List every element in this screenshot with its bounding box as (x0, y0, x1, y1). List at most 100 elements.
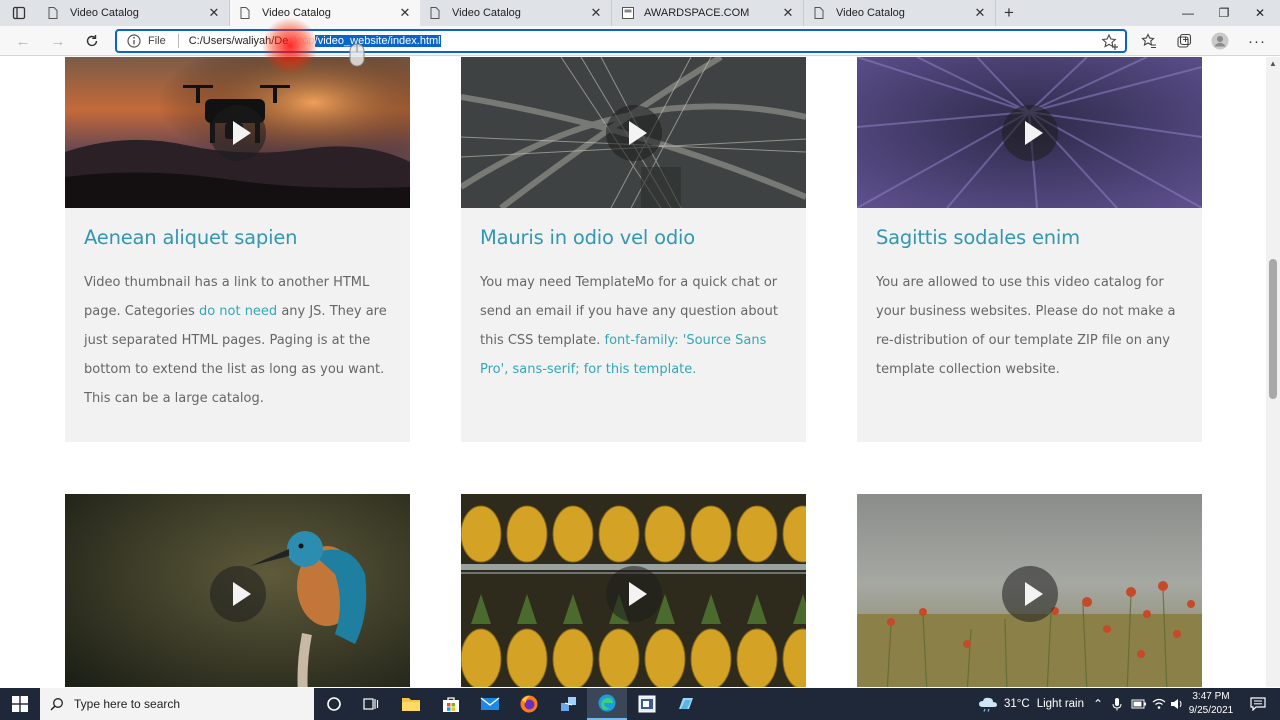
close-tab-icon[interactable]: ✕ (781, 5, 795, 21)
add-favorite-icon[interactable] (1101, 33, 1119, 51)
store-icon (443, 697, 459, 712)
close-tab-icon[interactable]: ✕ (589, 5, 603, 21)
settings-menu-button[interactable]: ··· (1244, 28, 1270, 54)
search-placeholder: Type here to search (74, 697, 181, 711)
windows-logo-icon (12, 696, 28, 712)
start-button[interactable] (0, 688, 40, 720)
back-button[interactable]: ← (10, 28, 36, 54)
video-title[interactable]: Sagittis sodales enim (876, 226, 1183, 249)
video-title[interactable]: Mauris in odio vel odio (480, 226, 787, 249)
play-icon[interactable] (209, 104, 266, 161)
firefox-icon (520, 695, 538, 713)
favorites-button[interactable] (1136, 28, 1162, 54)
hyper-v-button[interactable] (666, 688, 706, 720)
close-tab-icon[interactable]: ✕ (207, 5, 221, 21)
battery-button[interactable] (1131, 688, 1147, 720)
url-selected: /video_website/index.html (314, 35, 441, 47)
plus-icon: + (1004, 3, 1014, 22)
more-options-icon: ··· (1248, 32, 1266, 50)
profile-button[interactable] (1207, 28, 1233, 54)
task-view-icon (363, 698, 379, 710)
tab-actions-icon (12, 6, 26, 20)
browser-toolbar: ← → File C:/Users/waliyah/Desktop/video_… (0, 26, 1280, 56)
play-icon[interactable] (209, 566, 266, 622)
page-viewport: Aenean aliquet sapien Video thumbnail ha… (0, 57, 1266, 687)
firefox-button[interactable] (509, 688, 549, 720)
page-icon (48, 7, 62, 19)
tab-video-catalog-4[interactable]: Video Catalog ✕ (804, 0, 996, 26)
favorites-icon (1141, 33, 1156, 48)
address-divider (177, 34, 179, 48)
tab-title: Video Catalog (70, 7, 139, 19)
video-thumbnail-pineapples[interactable] (461, 494, 806, 687)
speaker-icon (1171, 699, 1182, 709)
page-scrollbar[interactable]: ▲ (1266, 57, 1280, 687)
video-thumbnail-drone-sunset[interactable] (65, 57, 410, 208)
wifi-button[interactable] (1152, 688, 1166, 720)
scrollbar-thumb[interactable] (1269, 259, 1277, 399)
wifi-icon (1152, 698, 1166, 709)
close-tab-icon[interactable]: ✕ (973, 5, 987, 21)
video-title[interactable]: Aenean aliquet sapien (84, 226, 391, 249)
mail-button[interactable] (470, 688, 510, 720)
file-explorer-button[interactable] (391, 688, 431, 720)
weather-widget[interactable]: 31°C Light rain (978, 688, 1084, 720)
show-hidden-icons-button[interactable]: ⌃ (1093, 688, 1103, 720)
microphone-icon (1112, 698, 1122, 711)
video-thumbnail-lavender[interactable] (857, 57, 1202, 208)
tab-video-catalog-2[interactable]: Video Catalog ✕ (230, 0, 420, 26)
description-text: any JS. They are just separated HTML pag… (84, 304, 387, 406)
back-arrow-icon: ← (15, 32, 31, 50)
taskbar-clock[interactable]: 3:47 PM 9/25/2021 (1187, 690, 1235, 718)
video-thumbnail-kingfisher[interactable] (65, 494, 410, 687)
task-view-button[interactable] (351, 688, 391, 720)
card-body: Aenean aliquet sapien Video thumbnail ha… (65, 208, 410, 442)
cortana-icon (327, 697, 341, 711)
play-icon[interactable] (605, 566, 662, 622)
maximize-button[interactable]: ❐ (1206, 0, 1242, 26)
folder-icon (402, 698, 420, 711)
video-description: You are allowed to use this video catalo… (876, 275, 1176, 377)
collections-icon (1177, 33, 1192, 48)
new-tab-button[interactable]: + (996, 0, 1022, 26)
forward-button[interactable]: → (45, 28, 71, 54)
volume-button[interactable] (1170, 688, 1184, 720)
scheme-label: File (148, 35, 166, 47)
tab-title: Video Catalog (836, 7, 905, 19)
tab-actions-button[interactable] (0, 0, 38, 26)
tab-video-catalog-1[interactable]: Video Catalog ✕ (38, 0, 230, 26)
do-not-need-link[interactable]: do not need (199, 304, 277, 319)
close-tab-icon[interactable]: ✕ (398, 5, 412, 21)
play-icon[interactable] (1001, 104, 1058, 161)
video-description: Video thumbnail has a link to another HT… (84, 268, 391, 413)
minimize-button[interactable]: — (1170, 0, 1206, 26)
taskbar-search-input[interactable]: Type here to search (40, 688, 314, 720)
refresh-button[interactable] (79, 28, 105, 54)
close-window-button[interactable]: ✕ (1242, 0, 1278, 26)
minimize-icon: — (1182, 6, 1194, 20)
video-thumbnail-poppies[interactable] (857, 494, 1202, 687)
edge-button[interactable] (587, 688, 627, 720)
clock-date: 9/25/2021 (1188, 705, 1234, 716)
card-body: Sagittis sodales enim You are allowed to… (857, 208, 1202, 442)
page-icon (240, 7, 254, 19)
mouse-cursor-icon (349, 43, 365, 67)
battery-plug-icon (1131, 699, 1146, 709)
search-icon (50, 698, 63, 711)
microphone-button[interactable] (1112, 688, 1122, 720)
microsoft-store-button[interactable] (431, 688, 471, 720)
scroll-up-icon[interactable]: ▲ (1269, 59, 1277, 68)
network-tool-button[interactable] (548, 688, 588, 720)
tab-video-catalog-3[interactable]: Video Catalog ✕ (420, 0, 612, 26)
notepad-app-button[interactable] (627, 688, 667, 720)
video-thumbnail-highway[interactable] (461, 57, 806, 208)
play-icon[interactable] (1001, 566, 1058, 622)
cortana-button[interactable] (314, 688, 354, 720)
collections-button[interactable] (1171, 28, 1197, 54)
action-center-button[interactable] (1244, 688, 1272, 720)
weather-temp: 31°C (1004, 698, 1030, 710)
close-icon: ✕ (1254, 6, 1266, 20)
tab-awardspace[interactable]: AWARDSPACE.COM ✕ (612, 0, 804, 26)
play-icon[interactable] (605, 104, 662, 161)
info-icon[interactable] (126, 33, 142, 49)
